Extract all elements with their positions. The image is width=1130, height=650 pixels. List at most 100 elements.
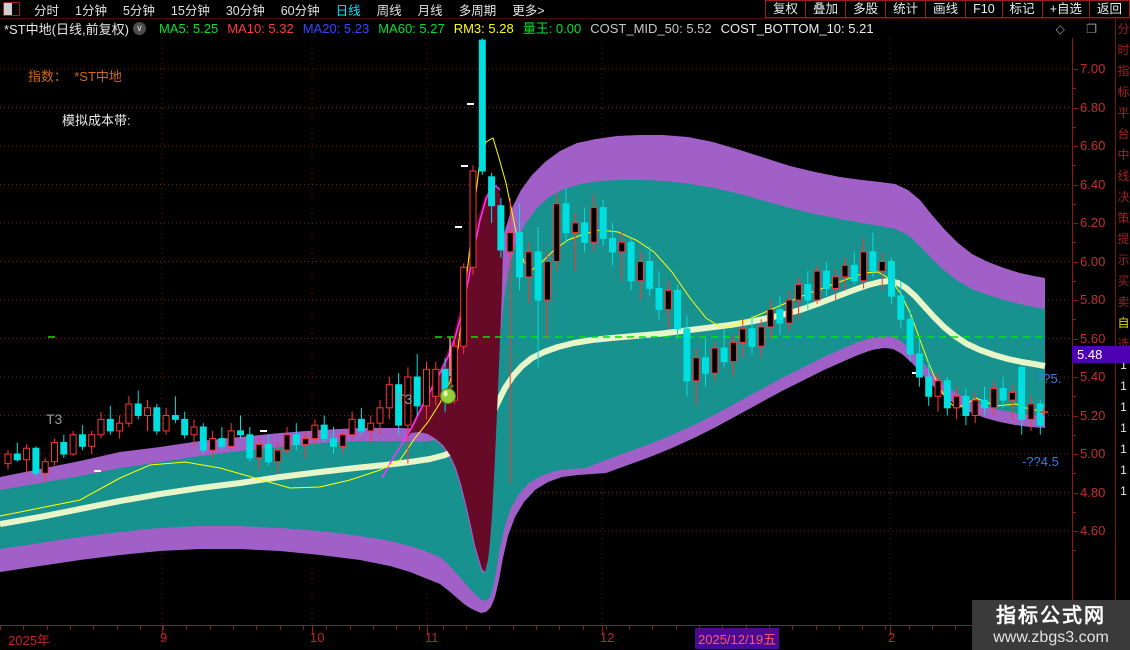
date-minor-tick bbox=[279, 626, 281, 630]
axis-minor-tick bbox=[1073, 396, 1076, 398]
price-axis-label: 6.40 bbox=[1080, 176, 1106, 192]
axis-minor-tick bbox=[1073, 242, 1076, 244]
axis-minor-tick bbox=[1073, 434, 1076, 436]
date-minor-tick bbox=[838, 626, 840, 630]
side-panel-glyph: 买 bbox=[1117, 274, 1130, 288]
side-panel-glyph: 分 bbox=[1117, 22, 1130, 36]
side-panel-glyph: 1 bbox=[1120, 442, 1127, 456]
period-tab-分时[interactable]: 分时 bbox=[26, 0, 67, 19]
side-panel-glyph: 指 bbox=[1117, 64, 1130, 78]
axis-tick bbox=[1073, 184, 1078, 186]
side-panel-glyph: 策 bbox=[1117, 211, 1130, 225]
axis-minor-tick bbox=[1073, 88, 1076, 90]
toolbar-button-复权[interactable]: 复权 bbox=[765, 0, 807, 18]
date-minor-tick bbox=[489, 626, 491, 630]
index-overlay-label: 指数： *ST中地 bbox=[28, 69, 122, 84]
highlighted-date[interactable]: 2025/12/19五 bbox=[695, 628, 780, 649]
side-panel-glyph: 时 bbox=[1117, 43, 1130, 57]
period-tab-1分钟[interactable]: 1分钟 bbox=[67, 0, 115, 19]
watermark-url: www.zbgs3.com bbox=[993, 628, 1109, 646]
side-panel-glyph: 自 bbox=[1117, 316, 1130, 330]
side-panel-glyph: 标 bbox=[1117, 85, 1130, 99]
period-tabs: 分时 1分钟 5分钟 15分钟 30分钟 60分钟 日线 周线 月线 多周期 更多> bbox=[26, 0, 553, 19]
axis-tick bbox=[1073, 223, 1078, 224]
price-axis-label: 5.40 bbox=[1080, 369, 1106, 384]
side-panel-glyph: 中 bbox=[1117, 148, 1130, 162]
axis-minor-tick bbox=[1073, 280, 1076, 282]
axis-minor-tick bbox=[1073, 165, 1076, 167]
toolbar-button-+自选[interactable]: +自选 bbox=[1041, 0, 1090, 18]
price-axis-label: 4.80 bbox=[1080, 484, 1106, 500]
toolbar-button-标记[interactable]: 标记 bbox=[1001, 0, 1043, 18]
side-panel-glyph: 1 bbox=[1120, 484, 1127, 498]
period-tab-月线[interactable]: 月线 bbox=[410, 0, 451, 19]
date-minor-tick bbox=[932, 626, 933, 630]
date-minor-tick bbox=[419, 626, 421, 630]
date-minor-tick bbox=[372, 626, 374, 630]
date-minor-tick bbox=[442, 626, 444, 630]
layout-pane-icon[interactable] bbox=[3, 2, 20, 16]
period-tab-更多>[interactable]: 更多> bbox=[504, 0, 552, 19]
toolbar-button-多股[interactable]: 多股 bbox=[845, 0, 887, 18]
indicator-value: COST_MID_50: 5.52 bbox=[590, 21, 712, 36]
toolbar-right-buttons: 复权 叠加 多股 统计 画线 F10 标记 +自选 返回 bbox=[765, 0, 1130, 18]
date-axis-label: 2025年 bbox=[8, 633, 50, 648]
period-tab-多周期[interactable]: 多周期 bbox=[451, 0, 505, 19]
period-tab-30分钟[interactable]: 30分钟 bbox=[218, 0, 273, 19]
side-panel-glyph: 示 bbox=[1117, 253, 1130, 267]
side-panel-glyph: 决 bbox=[1117, 190, 1130, 204]
date-axis-label: 11 bbox=[425, 630, 439, 645]
date-minor-tick bbox=[862, 626, 864, 630]
side-panel-glyph: 1 bbox=[1120, 379, 1127, 393]
price-axis-label: 5.20 bbox=[1080, 407, 1106, 423]
date-axis-label: 2 bbox=[888, 630, 896, 645]
axis-tick bbox=[1073, 300, 1078, 301]
toolbar-button-画线[interactable]: 画线 bbox=[925, 0, 967, 18]
chevron-down-icon[interactable]: ∨ bbox=[132, 21, 146, 35]
date-minor-tick bbox=[699, 626, 700, 630]
side-panel-edge[interactable]: 分时指标平台中线决策提示买卖自选1111111 bbox=[1115, 19, 1130, 650]
side-panel-glyph: 卖 bbox=[1117, 295, 1130, 309]
date-minor-tick bbox=[512, 626, 514, 630]
date-minor-tick bbox=[652, 626, 654, 630]
date-minor-tick bbox=[815, 626, 817, 630]
indicator-values: MA5: 5.25 MA10: 5.32 MA20: 5.23 MA60: 5.27 R… bbox=[150, 18, 874, 38]
toolbar-button-F10[interactable]: F10 bbox=[965, 0, 1003, 18]
axis-tick bbox=[1073, 454, 1078, 455]
t3-signal-label: T3 bbox=[396, 391, 413, 407]
axis-minor-tick bbox=[1073, 550, 1076, 552]
axis-tick bbox=[1073, 531, 1078, 532]
period-tab-60分钟[interactable]: 60分钟 bbox=[273, 0, 328, 19]
period-tab-周线[interactable]: 周线 bbox=[369, 0, 410, 19]
date-minor-tick bbox=[349, 626, 351, 630]
chart-canvas[interactable]: T3 T3 ??5. -??4.5 bbox=[0, 38, 1072, 625]
period-tab-15分钟[interactable]: 15分钟 bbox=[163, 0, 218, 19]
axis-tick bbox=[1073, 338, 1078, 340]
date-minor-tick bbox=[535, 626, 537, 630]
date-axis: 2025/12/19五 2025年 9 10 11 12 2 bbox=[0, 625, 1130, 650]
date-minor-tick bbox=[69, 626, 71, 630]
side-panel-glyph: 1 bbox=[1120, 421, 1127, 435]
toolbar-button-返回[interactable]: 返回 bbox=[1088, 0, 1130, 18]
period-tab-日线[interactable]: 日线 bbox=[328, 0, 369, 19]
mini-toolbar-icons[interactable]: ◇ ❐ bbox=[1056, 22, 1106, 36]
price-axis-label: 7.00 bbox=[1080, 61, 1106, 76]
price-axis-label: 6.60 bbox=[1080, 138, 1106, 153]
axis-tick bbox=[1073, 492, 1078, 494]
date-minor-tick bbox=[955, 626, 957, 630]
indicator-row: *ST中地(日线,前复权) ∨ MA5: 5.25 MA10: 5.32 MA20:… bbox=[0, 18, 1112, 38]
toolbar-button-统计[interactable]: 统计 bbox=[885, 0, 927, 18]
current-price-tag: 5.48 bbox=[1072, 346, 1130, 363]
period-tab-5分钟[interactable]: 5分钟 bbox=[115, 0, 163, 19]
axis-tick bbox=[1073, 261, 1078, 263]
app-window: 分时 1分钟 5分钟 15分钟 30分钟 60分钟 日线 周线 月线 多周期 更多> 复权 叠加 多股统… bbox=[0, 0, 1130, 650]
date-minor-tick bbox=[186, 626, 188, 630]
date-minor-tick bbox=[233, 626, 234, 630]
side-panel-glyph: 线 bbox=[1117, 169, 1130, 183]
toolbar-button-叠加[interactable]: 叠加 bbox=[805, 0, 847, 18]
date-minor-tick bbox=[885, 626, 887, 630]
indicator-value: 量王: 0.00 bbox=[522, 21, 582, 36]
axis-minor-tick bbox=[1073, 511, 1076, 513]
date-minor-tick bbox=[722, 626, 724, 630]
date-minor-tick bbox=[745, 626, 747, 630]
